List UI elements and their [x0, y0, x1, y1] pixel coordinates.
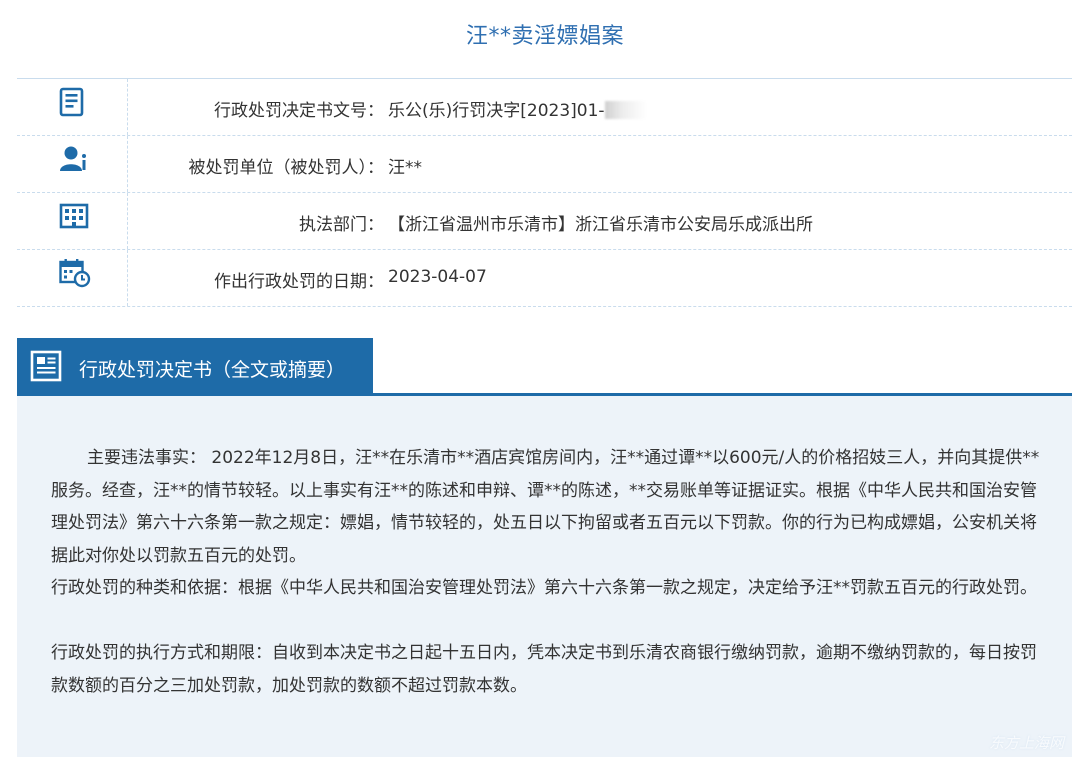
execution-method-paragraph: 行政处罚的执行方式和期限：自收到本决定书之日起十五日内，凭本决定书到乐清农商银行… — [51, 643, 1037, 696]
penalty-basis-paragraph: 行政处罚的种类和依据：根据《中华人民共和国治安管理处罚法》第六十六条第一款之规定… — [51, 578, 1037, 598]
person-icon — [60, 146, 86, 171]
info-row-penalty-date: 作出行政处罚的日期： 2023-04-07 — [17, 250, 1072, 307]
illegal-facts-paragraph: 主要违法事实： 2022年12月8日，汪**在乐清市**酒店宾馆房间内，汪**通… — [51, 448, 1040, 566]
redaction-blur — [604, 101, 647, 119]
icon-cell — [17, 250, 128, 306]
icon-cell — [17, 193, 128, 249]
watermark: 东方上海网 — [988, 734, 1064, 752]
page-title: 汪**卖淫嫖娼案 — [465, 24, 624, 49]
document-number-label: 行政处罚决定书文号： — [214, 101, 384, 121]
decision-section-title: 行政处罚决定书（全文或摘要） — [79, 359, 346, 381]
building-icon — [59, 203, 89, 229]
info-table: 行政处罚决定书文号： 乐公(乐)行罚决字[2023]01- 被处罚单位（被处罚人… — [17, 78, 1072, 307]
decision-section-tab: 行政处罚决定书（全文或摘要） — [17, 338, 373, 394]
icon-cell — [17, 136, 128, 192]
decision-content: 主要违法事实： 2022年12月8日，汪**在乐清市**酒店宾馆房间内，汪**通… — [17, 396, 1072, 757]
document-icon — [59, 87, 84, 117]
enforcement-department-value: 【浙江省温州市乐清市】浙江省乐清市公安局乐成派出所 — [388, 215, 813, 235]
document-number-value: 乐公(乐)行罚决字[2023]01- — [388, 96, 647, 121]
calendar-clock-icon — [59, 259, 91, 288]
info-row-enforcement-department: 执法部门： 【浙江省温州市乐清市】浙江省乐清市公安局乐成派出所 — [17, 193, 1072, 250]
penalty-date-value: 2023-04-07 — [388, 267, 487, 287]
penalized-party-label: 被处罚单位（被处罚人）： — [188, 158, 385, 178]
penalized-party-value: 汪** — [388, 158, 422, 178]
document-list-icon — [30, 350, 62, 382]
icon-cell — [17, 79, 128, 135]
decision-section-header: 行政处罚决定书（全文或摘要） — [17, 338, 1072, 396]
enforcement-department-label: 执法部门： — [299, 215, 384, 235]
info-row-document-number: 行政处罚决定书文号： 乐公(乐)行罚决字[2023]01- — [17, 79, 1072, 136]
info-row-penalized-party: 被处罚单位（被处罚人）： 汪** — [17, 136, 1072, 193]
penalty-date-label: 作出行政处罚的日期： — [214, 272, 384, 292]
